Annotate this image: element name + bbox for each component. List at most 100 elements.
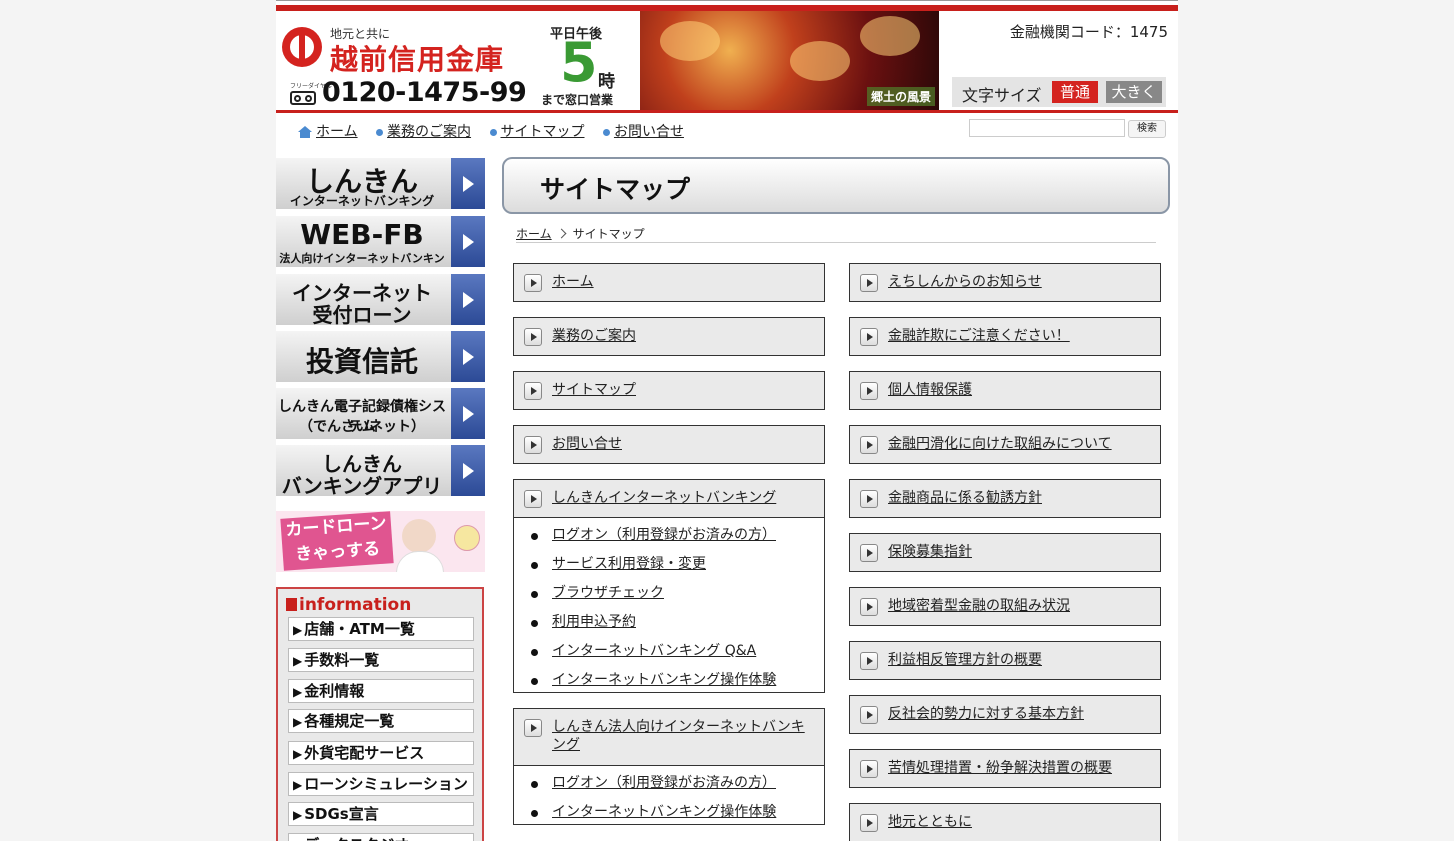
sublink-label: ログオン（利用登録がお済みの方） xyxy=(552,527,776,543)
sitemap-link-label: 反社会的勢力に対する基本方針 xyxy=(888,706,1084,722)
nav-sitemap[interactable]: サイトマップ xyxy=(501,124,585,140)
photo-light xyxy=(860,16,920,56)
banner-subtitle: 法人向けインターネットバンキング xyxy=(279,252,445,265)
list-item[interactable]: 利用申込予約 xyxy=(514,608,824,637)
sitemap-link-business[interactable]: 業務のご案内 xyxy=(513,317,825,356)
banner-banking-app[interactable]: しんきん バンキングアプリ xyxy=(276,445,485,496)
info-link-sdgs[interactable]: SDGs宣言 xyxy=(288,802,474,826)
sitemap-link-label: 苦情処理措置・紛争解決措置の概要 xyxy=(888,760,1112,776)
font-size-normal-button[interactable]: 普通 xyxy=(1052,81,1098,103)
sublink-label: ブラウザチェック xyxy=(552,585,664,601)
play-icon xyxy=(860,652,878,670)
sublink-label: インターネットバンキング操作体験 xyxy=(552,804,777,820)
sitemap-link-corporate-banking[interactable]: しんきん法人向けインターネットバンキング xyxy=(513,708,825,766)
info-link-fees[interactable]: 手数料一覧 xyxy=(288,648,474,672)
play-icon xyxy=(524,490,542,508)
bullet-icon xyxy=(376,128,384,136)
list-item[interactable]: ログオン（利用登録がお済みの方） xyxy=(514,769,824,798)
info-link-atm[interactable]: 店舗・ATM一覧 xyxy=(288,617,474,641)
nav-contact[interactable]: お問い合せ xyxy=(614,124,684,140)
photo-caption: 郷土の風景 xyxy=(866,87,935,106)
sublink-label: サービス利用登録・変更 xyxy=(552,556,706,572)
banner-internet-loan[interactable]: インターネット 受付ローン xyxy=(276,274,485,325)
play-icon xyxy=(524,274,542,292)
banner-subtitle: バンキングアプリ xyxy=(281,474,443,496)
arrow-right-icon xyxy=(451,158,485,209)
sitemap-link-solicitation-policy[interactable]: 金融商品に係る勧誘方針 xyxy=(849,479,1161,518)
information-label: information xyxy=(299,595,412,615)
sublink-label: ログオン（利用登録がお済みの方） xyxy=(552,775,776,791)
sitemap-link-home[interactable]: ホーム xyxy=(513,263,825,302)
logo-mark-icon xyxy=(282,27,322,67)
play-icon xyxy=(860,490,878,508)
page-title: サイトマップ xyxy=(540,175,691,204)
play-icon xyxy=(860,760,878,778)
banner-subtitle: （でんさいネット） xyxy=(299,419,425,435)
sitemap-link-label: 金融商品に係る勧誘方針 xyxy=(888,490,1042,506)
play-icon xyxy=(524,328,542,346)
info-link-rules[interactable]: 各種規定一覧 xyxy=(288,709,474,733)
breadcrumb-home[interactable]: ホーム xyxy=(516,227,552,241)
logo-name: 越前信用金庫 xyxy=(330,43,505,76)
banner-investment-trust[interactable]: 投資信託 xyxy=(276,331,485,382)
page: 地元と共に 越前信用金庫 フリーダイヤル 0120-1475-99 平日午後 5… xyxy=(276,0,1178,841)
information-title: information xyxy=(286,595,411,615)
list-item[interactable]: インターネットバンキング Q&A xyxy=(514,637,824,666)
sitemap-link-sitemap[interactable]: サイトマップ xyxy=(513,371,825,410)
banner-densai-net[interactable]: しんきん電子記録債権システム （でんさいネット） xyxy=(276,388,485,439)
font-size-large-button[interactable]: 大きく xyxy=(1106,81,1162,103)
sitemap-link-label: しんきん法人向けインターネットバンキング xyxy=(552,719,805,753)
banner-title: WEB-FB xyxy=(300,218,424,251)
banner-web-fb[interactable]: WEB-FB 法人向けインターネットバンキング xyxy=(276,216,485,267)
sitemap-link-insurance-policy[interactable]: 保険募集指針 xyxy=(849,533,1161,572)
sitemap-link-label: 利益相反管理方針の概要 xyxy=(888,652,1042,668)
sitemap-link-conflict-of-interest[interactable]: 利益相反管理方針の概要 xyxy=(849,641,1161,680)
sitemap-link-label: 金融詐欺にご注意ください！ xyxy=(888,328,1070,344)
sitemap-link-label: サイトマップ xyxy=(552,382,636,398)
play-icon xyxy=(860,328,878,346)
banner-title: 投資信託 xyxy=(305,345,418,378)
sitemap-link-contact[interactable]: お問い合せ xyxy=(513,425,825,464)
cardloan-banner[interactable]: カードローン きゃっする xyxy=(276,511,485,572)
sitemap-link-community[interactable]: 地元とともに xyxy=(849,803,1161,841)
sitemap-link-complaints[interactable]: 苦情処理措置・紛争解決措置の概要 xyxy=(849,749,1161,788)
play-icon xyxy=(524,719,542,737)
nav-home[interactable]: ホーム xyxy=(316,124,358,140)
info-link-rates[interactable]: 金利情報 xyxy=(288,679,474,703)
photo-light xyxy=(790,41,850,81)
play-icon xyxy=(860,544,878,562)
info-link-foreign-currency[interactable]: 外貨宅配サービス xyxy=(288,741,474,765)
search-button[interactable]: 検索 xyxy=(1128,120,1166,138)
sitemap-link-antisocial-policy[interactable]: 反社会的勢力に対する基本方針 xyxy=(849,695,1161,734)
info-link-loan-simulation[interactable]: ローンシミュレーション xyxy=(288,772,474,796)
banner-subtitle: インターネットバンキング xyxy=(289,194,435,208)
sitemap-link-label: えちしんからのお知らせ xyxy=(888,274,1042,290)
badge-icon xyxy=(454,525,480,551)
arrow-right-icon xyxy=(451,274,485,325)
sitemap-link-internet-banking[interactable]: しんきんインターネットバンキング xyxy=(513,479,825,518)
list-item[interactable]: インターネットバンキング操作体験 xyxy=(514,798,824,827)
banner-subtitle: 受付ローン xyxy=(312,303,412,325)
sublink-label: インターネットバンキング Q&A xyxy=(552,643,757,659)
search-input[interactable] xyxy=(969,119,1125,137)
sitemap-link-regional-finance[interactable]: 地域密着型金融の取組み状況 xyxy=(849,587,1161,626)
arrow-right-icon xyxy=(451,331,485,382)
sitemap-link-news[interactable]: えちしんからのお知らせ xyxy=(849,263,1161,302)
sitemap-link-privacy[interactable]: 個人情報保護 xyxy=(849,371,1161,410)
chevron-right-icon xyxy=(556,228,567,239)
font-size-label: 文字サイズ xyxy=(962,86,1042,105)
nav-business[interactable]: 業務のご案内 xyxy=(387,124,471,140)
list-item[interactable]: インターネットバンキング操作体験 xyxy=(514,666,824,695)
cardloan-title: カードローン きゃっする xyxy=(280,511,394,571)
play-icon xyxy=(524,382,542,400)
breadcrumb: ホーム サイトマップ xyxy=(516,225,1156,243)
sitemap-link-fraud-warning[interactable]: 金融詐欺にご注意ください！ xyxy=(849,317,1161,356)
list-item[interactable]: ログオン（利用登録がお済みの方） xyxy=(514,521,824,550)
global-nav: ホーム 業務のご案内 サイトマップ お問い合せ xyxy=(298,121,698,141)
logo[interactable]: 地元と共に 越前信用金庫 フリーダイヤル 0120-1475-99 平日午後 5… xyxy=(280,11,640,111)
list-item[interactable]: ブラウザチェック xyxy=(514,579,824,608)
sitemap-link-label: しんきんインターネットバンキング xyxy=(552,490,777,506)
banner-internet-banking[interactable]: しんきん インターネットバンキング xyxy=(276,158,485,209)
list-item[interactable]: サービス利用登録・変更 xyxy=(514,550,824,579)
sitemap-link-financing[interactable]: 金融円滑化に向けた取組みについて xyxy=(849,425,1161,464)
